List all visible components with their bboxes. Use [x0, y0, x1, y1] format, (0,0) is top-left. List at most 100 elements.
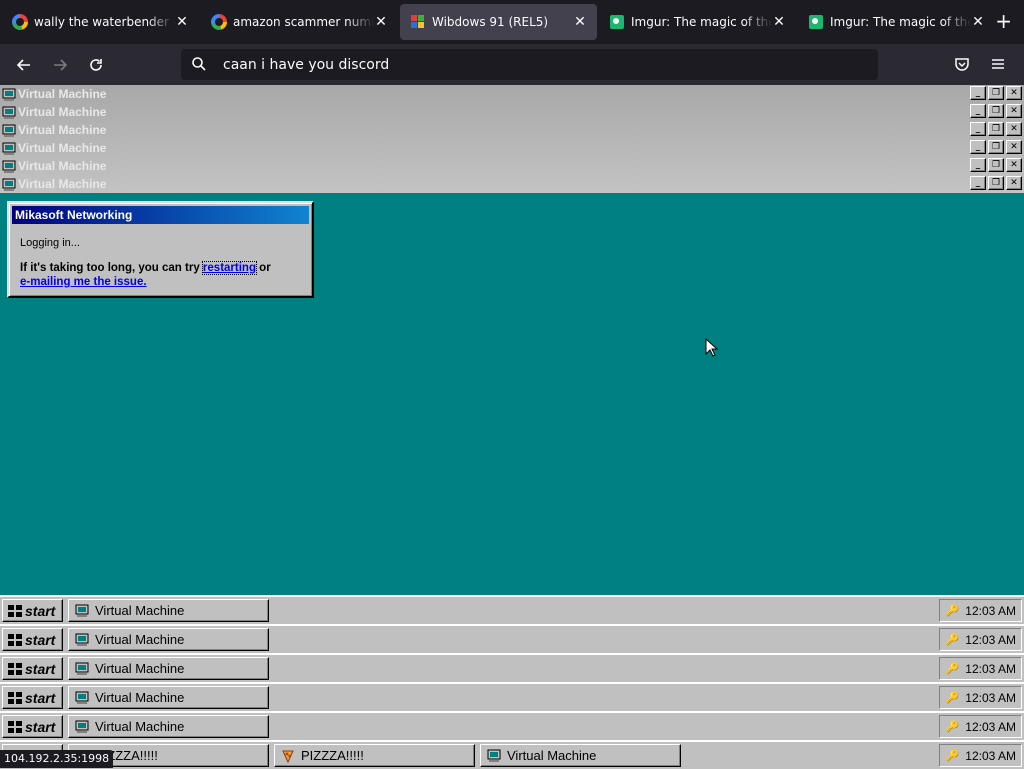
system-tray: 🔑12:03 AM [939, 599, 1022, 622]
vm-window-titlebar[interactable]: Virtual Machine _❐✕ [0, 139, 1024, 157]
google-icon [12, 14, 28, 30]
url-bar[interactable]: caan i have you discord [181, 49, 878, 80]
forward-icon[interactable] [44, 49, 76, 81]
start-button[interactable]: start [2, 599, 63, 622]
restore-button[interactable]: ❐ [988, 122, 1004, 136]
vm-window-titlebar[interactable]: Virtual Machine _❐✕ [0, 85, 1024, 103]
browser-tab[interactable]: amazon scammer numbers ✕ [201, 4, 398, 40]
taskbar-item[interactable]: PIZZZA!!!!! [274, 744, 475, 767]
taskbar-item-label: Virtual Machine [95, 603, 184, 618]
computer-icon [75, 662, 89, 676]
start-button[interactable]: start [2, 686, 63, 709]
minimize-button[interactable]: _ [970, 158, 986, 172]
minimize-button[interactable]: _ [970, 140, 986, 154]
menu-icon[interactable] [982, 48, 1014, 80]
clock: 12:03 AM [965, 720, 1016, 734]
taskbar: start Virtual Machine 🔑12:03 AM [0, 624, 1024, 653]
taskbar: start Virtual Machine 🔑12:03 AM [0, 595, 1024, 624]
taskbar-item-label: PIZZZA!!!!! [301, 748, 364, 763]
restore-button[interactable]: ❐ [988, 158, 1004, 172]
start-button[interactable]: start [2, 657, 63, 680]
new-tab-icon[interactable]: + [995, 10, 1012, 32]
close-tab-icon[interactable]: ✕ [374, 14, 388, 30]
close-button[interactable]: ✕ [1006, 104, 1022, 118]
browser-tab[interactable]: Imgur: The magic of the Int ✕ [599, 4, 796, 40]
clock: 12:03 AM [965, 749, 1016, 763]
close-button[interactable]: ✕ [1006, 140, 1022, 154]
windows-logo-icon [7, 604, 23, 618]
taskbar-item-label: Virtual Machine [95, 690, 184, 705]
email-link[interactable]: e-mailing me the issue. [20, 276, 147, 288]
windows91-icon [410, 14, 426, 30]
browser-nav-bar: caan i have you discord [0, 44, 1024, 85]
reload-icon[interactable] [80, 49, 112, 81]
key-icon: 🔑 [946, 662, 960, 675]
taskbar: start Virtual Machine 🔑12:03 AM [0, 682, 1024, 711]
taskbar-item[interactable]: Virtual Machine [480, 744, 681, 767]
close-button[interactable]: ✕ [1006, 122, 1022, 136]
browser-tab[interactable]: Imgur: The magic of the Int ✕ [798, 4, 995, 40]
close-tab-icon[interactable]: ✕ [175, 14, 189, 30]
minimized-windows: Virtual Machine _❐✕ Virtual Machine _❐✕ … [0, 85, 1024, 193]
start-button[interactable]: start [2, 715, 63, 738]
restore-button[interactable]: ❐ [988, 176, 1004, 190]
start-label: start [25, 719, 55, 735]
clock: 12:03 AM [965, 633, 1016, 647]
restart-link[interactable]: restarting [203, 262, 256, 274]
taskbar-item-label: Virtual Machine [95, 632, 184, 647]
computer-icon [2, 105, 16, 119]
restore-button[interactable]: ❐ [988, 104, 1004, 118]
taskbar: start PIZZZA!!!!! PIZZZA!!!!! Virtual Ma… [0, 740, 1024, 769]
restore-button[interactable]: ❐ [988, 86, 1004, 100]
computer-icon [75, 720, 89, 734]
taskbar: start Virtual Machine 🔑12:03 AM [0, 653, 1024, 682]
minimize-button[interactable]: _ [970, 104, 986, 118]
tab-title: Wibdows 91 (REL5) [432, 15, 573, 29]
vm-window-titlebar[interactable]: Virtual Machine _❐✕ [0, 103, 1024, 121]
close-button[interactable]: ✕ [1006, 176, 1022, 190]
browser-tab[interactable]: wally the waterbender - Go ✕ [2, 4, 199, 40]
taskbar-item[interactable]: Virtual Machine [68, 599, 269, 622]
close-button[interactable]: ✕ [1006, 158, 1022, 172]
minimize-button[interactable]: _ [970, 176, 986, 190]
link-status-tooltip: 104.192.2.35:1998 [0, 750, 113, 768]
taskbar-item[interactable]: Virtual Machine [68, 628, 269, 651]
start-button[interactable]: start [2, 628, 63, 651]
imgur-icon [808, 14, 824, 30]
close-button[interactable]: ✕ [1006, 86, 1022, 100]
close-tab-icon[interactable]: ✕ [772, 14, 786, 30]
taskbar: start Virtual Machine 🔑 12:03 AM [0, 711, 1024, 740]
computer-icon [75, 604, 89, 618]
taskbar-item-label: Virtual Machine [95, 719, 184, 734]
system-tray: 🔑12:03 AM [939, 744, 1022, 767]
close-tab-icon[interactable]: ✕ [971, 14, 985, 30]
pocket-icon[interactable] [946, 48, 978, 80]
help-text: If it's taking too long, you can try [20, 262, 203, 274]
minimize-button[interactable]: _ [970, 86, 986, 100]
tab-title: Imgur: The magic of the Int [631, 15, 772, 29]
system-tray: 🔑12:03 AM [939, 657, 1022, 680]
vm-window-titlebar[interactable]: Virtual Machine _❐✕ [0, 157, 1024, 175]
windows-logo-icon [7, 633, 23, 647]
vm-window-titlebar[interactable]: Virtual Machine _❐✕ [0, 175, 1024, 193]
dialog-title[interactable]: Mikasoft Networking [12, 206, 309, 224]
computer-icon [2, 177, 16, 191]
taskbar-item[interactable]: Virtual Machine [68, 657, 269, 680]
back-icon[interactable] [8, 49, 40, 81]
computer-icon [2, 141, 16, 155]
minimize-button[interactable]: _ [970, 122, 986, 136]
taskbar-item[interactable]: Virtual Machine [68, 686, 269, 709]
close-tab-icon[interactable]: ✕ [573, 14, 587, 30]
taskbar-item-label: Virtual Machine [507, 748, 596, 763]
computer-icon [487, 749, 501, 763]
imgur-icon [609, 14, 625, 30]
taskbar-item[interactable]: Virtual Machine [68, 715, 269, 738]
vm-window-titlebar[interactable]: Virtual Machine _❐✕ [0, 121, 1024, 139]
key-icon: 🔑 [946, 691, 960, 704]
tab-title: amazon scammer numbers [233, 15, 374, 29]
browser-tab-active[interactable]: Wibdows 91 (REL5) ✕ [400, 4, 597, 40]
mouse-cursor-icon [705, 338, 719, 358]
key-icon: 🔑 [946, 720, 960, 733]
restore-button[interactable]: ❐ [988, 140, 1004, 154]
browser-tab-bar: wally the waterbender - Go ✕ amazon scam… [0, 0, 1024, 44]
